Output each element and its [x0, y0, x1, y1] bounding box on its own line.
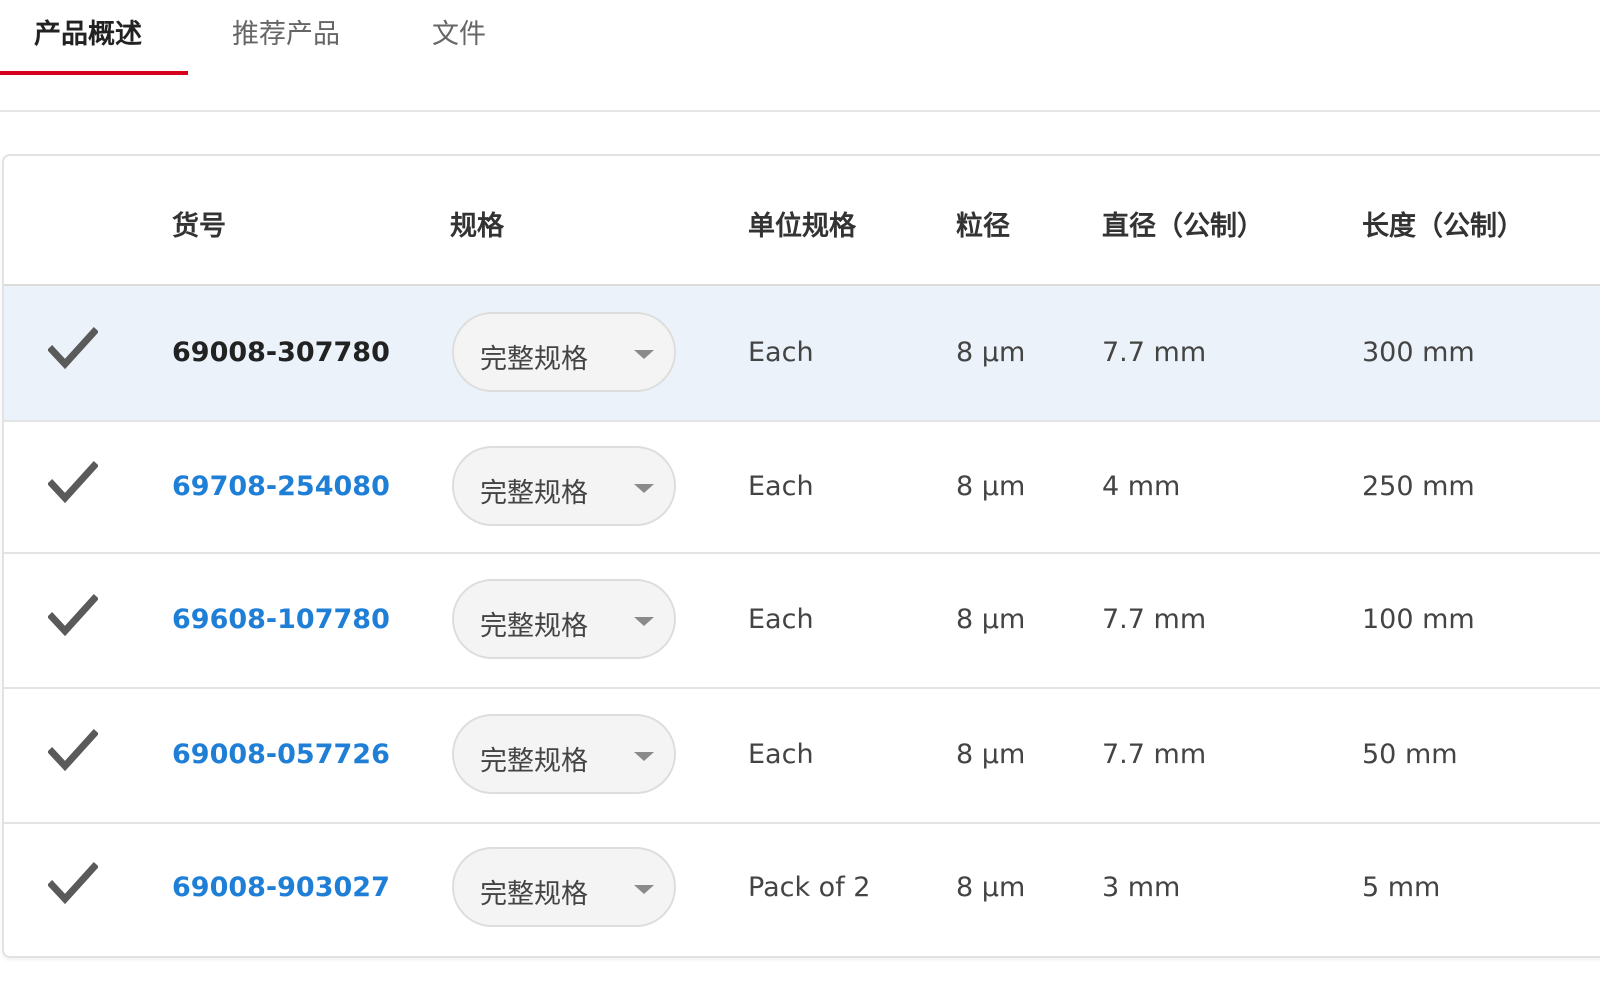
particle-size-cell: 8 µm	[956, 739, 1026, 770]
chevron-down-icon	[634, 350, 654, 359]
chevron-down-icon	[634, 752, 654, 761]
spec-dropdown[interactable]: 完整规格	[452, 579, 676, 659]
header-unit: 单位规格	[748, 211, 856, 242]
length-cell: 5 mm	[1362, 872, 1441, 903]
table-header: 货号 规格 单位规格 粒径 直径（公制） 长度（公制）	[4, 156, 1600, 286]
checkmark-icon	[48, 862, 98, 905]
part-number-link[interactable]: 69708-254080	[172, 471, 390, 502]
part-number-link[interactable]: 69008-903027	[172, 872, 390, 903]
length-cell: 300 mm	[1362, 337, 1475, 368]
table-row: 69708-254080 完整规格 Each 8 µm 4 mm 250 mm	[4, 422, 1600, 554]
diameter-cell: 3 mm	[1102, 872, 1181, 903]
length-cell: 50 mm	[1362, 739, 1458, 770]
active-tab-indicator	[0, 71, 188, 75]
chevron-down-icon	[634, 617, 654, 626]
part-number-link[interactable]: 69608-107780	[172, 604, 390, 635]
unit-cell: Each	[748, 471, 814, 502]
particle-size-cell: 8 µm	[956, 471, 1026, 502]
chevron-down-icon	[634, 885, 654, 894]
spec-dropdown[interactable]: 完整规格	[452, 312, 676, 392]
part-number: 69008-307780	[172, 337, 390, 368]
diameter-cell: 4 mm	[1102, 471, 1181, 502]
spec-dropdown[interactable]: 完整规格	[452, 446, 676, 526]
diameter-cell: 7.7 mm	[1102, 337, 1207, 368]
header-length: 长度（公制）	[1362, 211, 1524, 242]
product-table: 货号 规格 单位规格 粒径 直径（公制） 长度（公制） 69008-307780…	[2, 154, 1600, 958]
spec-dropdown-label: 完整规格	[480, 344, 588, 375]
unit-cell: Each	[748, 337, 814, 368]
tab-bar: 产品概述 推荐产品 文件	[0, 0, 1600, 78]
checkmark-icon	[48, 327, 98, 370]
diameter-cell: 7.7 mm	[1102, 604, 1207, 635]
checkmark-icon	[48, 729, 98, 772]
spec-dropdown[interactable]: 完整规格	[452, 714, 676, 794]
tab-product-overview[interactable]: 产品概述	[34, 12, 142, 51]
table-row: 69008-307780 完整规格 Each 8 µm 7.7 mm 300 m…	[4, 286, 1600, 422]
header-part-number: 货号	[172, 211, 226, 242]
part-number-link[interactable]: 69008-057726	[172, 739, 390, 770]
unit-cell: Pack of 2	[748, 872, 871, 903]
tab-files[interactable]: 文件	[432, 12, 486, 51]
table-row: 69008-057726 完整规格 Each 8 µm 7.7 mm 50 mm	[4, 689, 1600, 824]
table-row: 69008-903027 完整规格 Pack of 2 8 µm 3 mm 5 …	[4, 824, 1600, 954]
chevron-down-icon	[634, 484, 654, 493]
spec-dropdown[interactable]: 完整规格	[452, 847, 676, 927]
tabs-divider	[0, 110, 1600, 112]
particle-size-cell: 8 µm	[956, 604, 1026, 635]
length-cell: 100 mm	[1362, 604, 1475, 635]
tab-recommended-products[interactable]: 推荐产品	[232, 12, 340, 51]
diameter-cell: 7.7 mm	[1102, 739, 1207, 770]
header-particle-size: 粒径	[956, 211, 1010, 242]
spec-dropdown-label: 完整规格	[480, 746, 588, 777]
spec-dropdown-label: 完整规格	[480, 478, 588, 509]
checkmark-icon	[48, 594, 98, 637]
header-diameter: 直径（公制）	[1102, 211, 1264, 242]
particle-size-cell: 8 µm	[956, 872, 1026, 903]
table-row: 69608-107780 完整规格 Each 8 µm 7.7 mm 100 m…	[4, 554, 1600, 689]
checkmark-icon	[48, 461, 98, 504]
length-cell: 250 mm	[1362, 471, 1475, 502]
unit-cell: Each	[748, 739, 814, 770]
particle-size-cell: 8 µm	[956, 337, 1026, 368]
unit-cell: Each	[748, 604, 814, 635]
spec-dropdown-label: 完整规格	[480, 879, 588, 910]
header-spec: 规格	[450, 211, 504, 242]
spec-dropdown-label: 完整规格	[480, 611, 588, 642]
